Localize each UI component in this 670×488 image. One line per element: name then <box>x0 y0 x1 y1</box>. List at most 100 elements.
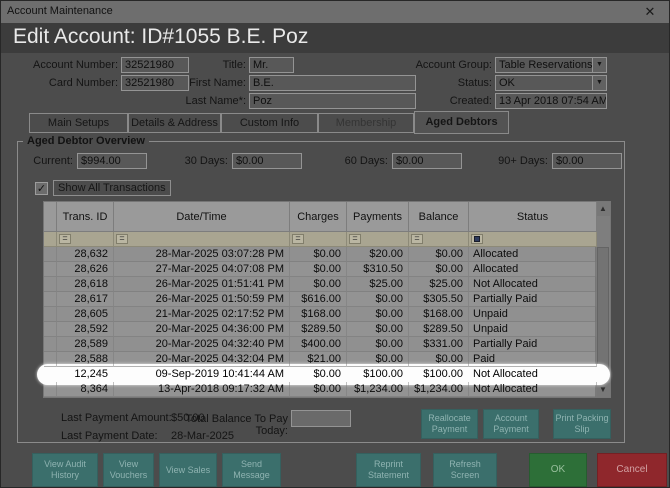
ok-button[interactable]: OK <box>529 453 587 487</box>
cell-id: 28,589 <box>57 337 114 352</box>
show-all-label: Show All Transactions <box>53 180 171 196</box>
table-row[interactable]: 12,24509-Sep-2019 10:41:44 AM$0.00$100.0… <box>44 367 595 382</box>
view-audit-history-button[interactable]: View Audit History <box>32 453 98 487</box>
cell-balance: $0.00 <box>409 247 469 262</box>
print-packing-slip-button[interactable]: Print Packing Slip <box>553 409 611 439</box>
filter-box-icon[interactable] <box>471 234 483 244</box>
cell-id: 12,245 <box>57 367 114 382</box>
column-header-date-time[interactable]: Date/Time <box>114 202 290 232</box>
show-all-checkbox[interactable]: ✓ <box>35 182 48 195</box>
status-select[interactable]: OK ▼ <box>495 75 607 91</box>
cell-datetime: 26-Mar-2025 01:51:41 PM <box>114 277 290 292</box>
cell-charges: $400.00 <box>290 337 347 352</box>
last-payment-date-label: Last Payment Date: <box>61 430 158 442</box>
cell-payments: $0.00 <box>347 322 409 337</box>
filter-equals-icon[interactable]: = <box>116 234 128 244</box>
cell-balance: $168.00 <box>409 307 469 322</box>
row-indicator <box>44 247 57 262</box>
cell-payments: $100.00 <box>347 367 409 382</box>
created-field: 13 Apr 2018 07:54 AM <box>495 93 607 109</box>
chevron-down-icon[interactable]: ▼ <box>592 76 606 90</box>
account-number-label: Account Number: <box>21 57 118 73</box>
scroll-up-icon[interactable]: ▲ <box>596 202 610 216</box>
tab-main-setups[interactable]: Main Setups <box>29 113 128 133</box>
account-payment-button[interactable]: Account Payment <box>483 409 539 439</box>
account-group-label: Account Group: <box>391 57 492 73</box>
header-band: Edit Account: ID#1055 B.E. Poz <box>1 23 669 53</box>
cell-balance: $0.00 <box>409 262 469 277</box>
account-group-select[interactable]: Table Reservations ▼ <box>495 57 607 73</box>
cancel-button[interactable]: Cancel <box>597 453 667 487</box>
cell-datetime: 27-Mar-2025 04:07:08 PM <box>114 262 290 277</box>
30-days-label: 30 Days: <box>176 153 228 169</box>
cell-id: 28,618 <box>57 277 114 292</box>
table-row[interactable]: 28,58920-Mar-2025 04:32:40 PM$400.00$0.0… <box>44 337 595 352</box>
grid-filter-row: = = = = = <box>44 232 595 247</box>
cell-status: Not Allocated <box>469 367 597 382</box>
reallocate-payment-button[interactable]: Reallocate Payment <box>421 409 478 439</box>
page-title: Edit Account: ID#1055 B.E. Poz <box>13 25 308 49</box>
title-bar: Account Maintenance ✕ <box>1 1 669 23</box>
view-vouchers-button[interactable]: View Vouchers <box>103 453 154 487</box>
tab-aged-debtors[interactable]: Aged Debtors <box>414 111 509 134</box>
cell-payments: $310.50 <box>347 262 409 277</box>
filter-equals-icon[interactable]: = <box>292 234 304 244</box>
filter-cell-date-time[interactable]: = <box>114 232 290 247</box>
row-indicator <box>44 292 57 307</box>
current-field: $994.00 <box>77 153 147 169</box>
tab-details-address[interactable]: Details & Address <box>128 113 221 133</box>
cell-status: Not Allocated <box>469 277 597 292</box>
table-row[interactable]: 28,62627-Mar-2025 04:07:08 PM$0.00$310.5… <box>44 262 595 277</box>
cell-balance: $25.00 <box>409 277 469 292</box>
column-header-balance[interactable]: Balance <box>409 202 469 232</box>
90-days-field: $0.00 <box>552 153 622 169</box>
scroll-down-icon[interactable]: ▼ <box>596 383 610 397</box>
cell-balance: $1,234.00 <box>409 382 469 397</box>
refresh-screen-button[interactable]: Refresh Screen <box>433 453 497 487</box>
filter-equals-icon[interactable]: = <box>411 234 423 244</box>
filter-equals-icon[interactable]: = <box>59 234 71 244</box>
column-header-payments[interactable]: Payments <box>347 202 409 232</box>
column-header-trans-id[interactable]: Trans. ID <box>57 202 114 232</box>
table-row[interactable]: 28,58820-Mar-2025 04:32:04 PM$21.00$0.00… <box>44 352 595 367</box>
60-days-label: 60 Days: <box>336 153 388 169</box>
current-label: Current: <box>21 153 73 169</box>
view-sales-button[interactable]: View Sales <box>159 453 217 487</box>
send-message-button[interactable]: Send Message <box>222 453 281 487</box>
cell-payments: $0.00 <box>347 352 409 367</box>
column-header-status[interactable]: Status <box>469 202 597 232</box>
cell-charges: $0.00 <box>290 277 347 292</box>
title-field[interactable]: Mr. <box>249 57 294 73</box>
cell-balance: $331.00 <box>409 337 469 352</box>
filter-cell-balance[interactable]: = <box>409 232 469 247</box>
cell-payments: $0.00 <box>347 307 409 322</box>
filter-cell-trans-id[interactable]: = <box>57 232 114 247</box>
cell-datetime: 20-Mar-2025 04:32:40 PM <box>114 337 290 352</box>
filter-cell-payments[interactable]: = <box>347 232 409 247</box>
table-row[interactable]: 28,61826-Mar-2025 01:51:41 PM$0.00 $25.00… <box>44 277 595 292</box>
table-row[interactable]: 28,60521-Mar-2025 02:17:52 PM$168.00$0.0… <box>44 307 595 322</box>
total-balance-input[interactable] <box>291 410 351 427</box>
table-row[interactable]: 8,36413-Apr-2018 09:17:32 AM$0.00$1,234.… <box>44 382 595 397</box>
filter-equals-icon[interactable]: = <box>349 234 361 244</box>
60-days-field: $0.00 <box>392 153 462 169</box>
cell-charges: $0.00 <box>290 262 347 277</box>
row-indicator <box>44 382 57 397</box>
cell-charges: $616.00 <box>290 292 347 307</box>
column-header-charges[interactable]: Charges <box>290 202 347 232</box>
scrollbar-thumb[interactable] <box>597 247 609 377</box>
table-row[interactable]: 28,63228-Mar-2025 03:07:28 PM$0.00$20.00… <box>44 247 595 262</box>
table-row[interactable]: 28,59220-Mar-2025 04:36:00 PM$289.50$0.0… <box>44 322 595 337</box>
row-indicator <box>44 262 57 277</box>
filter-cell-status[interactable] <box>469 232 597 247</box>
tab-membership[interactable]: Membership <box>318 113 414 133</box>
account-group-value: Table Reservations <box>499 59 593 71</box>
row-indicator <box>44 352 57 367</box>
chevron-down-icon[interactable]: ▼ <box>592 58 606 72</box>
tab-custom-info[interactable]: Custom Info <box>221 113 318 133</box>
check-icon: ✓ <box>37 183 46 195</box>
table-row[interactable]: 28,61726-Mar-2025 01:50:59 PM$616.00$0.0… <box>44 292 595 307</box>
filter-cell-charges[interactable]: = <box>290 232 347 247</box>
reprint-statement-button[interactable]: Reprint Statement <box>356 453 421 487</box>
close-icon[interactable]: ✕ <box>641 3 659 21</box>
